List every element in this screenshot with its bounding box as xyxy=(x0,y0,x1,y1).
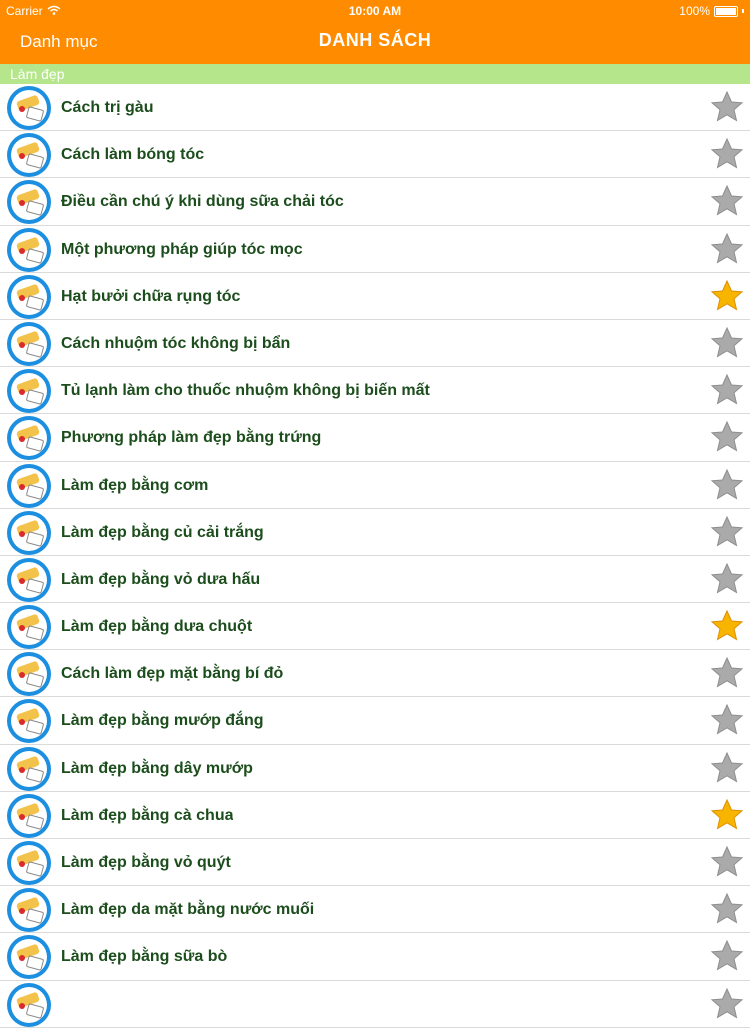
list-item[interactable]: Làm đẹp bằng cà chua xyxy=(0,792,750,839)
list-item[interactable]: Làm đẹp bằng mướp đắng xyxy=(0,697,750,745)
favorite-star-icon[interactable] xyxy=(710,656,744,690)
favorite-star-icon[interactable] xyxy=(710,420,744,454)
beauty-thumbnail-icon xyxy=(7,86,51,130)
list-item-title: Làm đẹp bằng vỏ dưa hấu xyxy=(61,570,261,588)
list-item-title: Tủ lạnh làm cho thuốc nhuộm không bị biế… xyxy=(61,382,430,400)
list-item[interactable]: Làm đẹp bằng dây mướp xyxy=(0,745,750,792)
favorite-star-icon[interactable] xyxy=(710,184,744,218)
favorite-star-icon[interactable] xyxy=(710,939,744,973)
beauty-thumbnail-icon xyxy=(7,180,51,225)
list-item[interactable]: Làm đẹp bằng cơm xyxy=(0,462,750,509)
favorite-star-icon[interactable] xyxy=(710,232,744,266)
favorite-star-icon[interactable] xyxy=(710,987,744,1021)
list-item[interactable]: Cách làm bóng tóc xyxy=(0,131,750,179)
list-item[interactable]: Làm đẹp bằng củ cải trắng xyxy=(0,509,750,556)
list-item[interactable]: Làm đẹp da mặt bằng nước muối xyxy=(0,886,750,934)
page-title: DANH SÁCH xyxy=(318,30,432,50)
list-item-title: Làm đẹp bằng vỏ quýt xyxy=(61,854,231,871)
beauty-thumbnail-icon xyxy=(7,605,51,650)
status-bar: Carrier 10:00 AM 100% xyxy=(0,0,750,22)
beauty-thumbnail-icon xyxy=(7,652,51,697)
favorite-star-icon[interactable] xyxy=(710,515,744,549)
beauty-thumbnail-icon xyxy=(7,557,51,602)
favorite-star-icon[interactable] xyxy=(710,90,744,124)
list-item[interactable]: Làm đẹp bằng vỏ dưa hấu xyxy=(0,556,750,604)
beauty-thumbnail-icon xyxy=(7,746,51,791)
list-item-title: Làm đẹp bằng sữa bò xyxy=(61,948,228,966)
list-item[interactable]: Làm đẹp bằng dưa chuột xyxy=(0,603,750,651)
favorite-star-icon[interactable] xyxy=(710,845,744,879)
list-item[interactable]: Tủ lạnh làm cho thuốc nhuộm không bị biế… xyxy=(0,367,750,415)
navigation-bar: Danh mục DANH SÁCH xyxy=(0,22,750,64)
list-item-title: Điều cần chú ý khi dùng sữa chải tóc xyxy=(61,193,344,211)
list-item[interactable]: Một phương pháp giúp tóc mọc xyxy=(0,226,750,273)
beauty-thumbnail-icon xyxy=(7,510,51,555)
list-item[interactable]: Làm đẹp bằng sữa bò xyxy=(0,933,750,981)
favorite-star-icon[interactable] xyxy=(710,892,744,926)
list-item[interactable]: Phương pháp làm đẹp bằng trứng xyxy=(0,414,750,462)
favorite-star-filled-icon[interactable] xyxy=(710,798,744,832)
list-item-title: Phương pháp làm đẹp bằng trứng xyxy=(61,429,322,447)
beauty-thumbnail-icon xyxy=(7,227,51,272)
favorite-star-icon[interactable] xyxy=(710,373,744,407)
beauty-thumbnail-icon xyxy=(7,793,51,838)
favorite-star-icon[interactable] xyxy=(710,751,744,785)
list-item-title: Làm đẹp bằng cà chua xyxy=(61,806,234,824)
favorite-star-icon[interactable] xyxy=(710,326,744,360)
back-button[interactable]: Danh mục xyxy=(20,32,97,52)
favorite-star-icon[interactable] xyxy=(710,468,744,502)
section-header: Làm đẹp xyxy=(0,64,750,84)
list-item[interactable]: Điều cần chú ý khi dùng sữa chải tóc xyxy=(0,178,750,226)
list-item[interactable] xyxy=(0,981,750,1028)
favorite-star-icon[interactable] xyxy=(710,137,744,171)
list-item[interactable]: Cách trị gàu xyxy=(0,84,750,132)
list-item-title: Cách làm đẹp mặt bằng bí đỏ xyxy=(61,665,284,683)
beauty-thumbnail-icon xyxy=(7,699,51,744)
list-item[interactable]: Hạt bưởi chữa rụng tóc xyxy=(0,273,750,320)
list-item-title: Làm đẹp bằng mướp đắng xyxy=(61,712,264,730)
beauty-thumbnail-icon xyxy=(7,274,51,319)
beauty-thumbnail-icon xyxy=(7,321,51,366)
favorite-star-filled-icon[interactable] xyxy=(710,609,744,643)
article-list: Cách trị gàu Cách làm bóng tóc Điều cần ch… xyxy=(0,84,750,1028)
beauty-thumbnail-icon xyxy=(7,133,51,178)
list-item[interactable]: Cách nhuộm tóc không bị bẩn xyxy=(0,320,750,368)
list-item-title: Cách làm bóng tóc xyxy=(61,146,205,164)
battery-indicator: 100% xyxy=(679,4,744,18)
battery-icon xyxy=(714,5,738,17)
list-item-title: Làm đẹp bằng củ cải trắng xyxy=(61,523,264,541)
list-item-title: Làm đẹp bằng dây mướp xyxy=(61,759,253,777)
beauty-thumbnail-icon xyxy=(7,463,51,508)
favorite-star-filled-icon[interactable] xyxy=(710,279,744,313)
beauty-thumbnail-icon xyxy=(7,982,51,1027)
list-item[interactable]: Làm đẹp bằng vỏ quýt xyxy=(0,839,750,887)
list-item-title: Hạt bưởi chữa rụng tóc xyxy=(61,287,241,305)
favorite-star-icon[interactable] xyxy=(710,562,744,596)
beauty-thumbnail-icon xyxy=(7,416,51,461)
list-item[interactable]: Cách làm đẹp mặt bằng bí đỏ xyxy=(0,650,750,698)
battery-percent: 100% xyxy=(679,4,710,18)
beauty-thumbnail-icon xyxy=(7,369,51,414)
beauty-thumbnail-icon xyxy=(7,888,51,933)
favorite-star-icon[interactable] xyxy=(710,703,744,737)
list-item-title: Cách nhuộm tóc không bị bẩn xyxy=(61,334,291,352)
list-item-title: Làm đẹp da mặt bằng nước muối xyxy=(61,901,315,919)
beauty-thumbnail-icon xyxy=(7,935,51,980)
list-item-title: Một phương pháp giúp tóc mọc xyxy=(61,240,303,258)
clock: 10:00 AM xyxy=(348,4,402,18)
list-item-title: Làm đẹp bằng cơm xyxy=(61,476,209,494)
list-item-title: Cách trị gàu xyxy=(61,99,154,116)
beauty-thumbnail-icon xyxy=(7,841,51,885)
list-item-title: Làm đẹp bằng dưa chuột xyxy=(61,618,253,636)
